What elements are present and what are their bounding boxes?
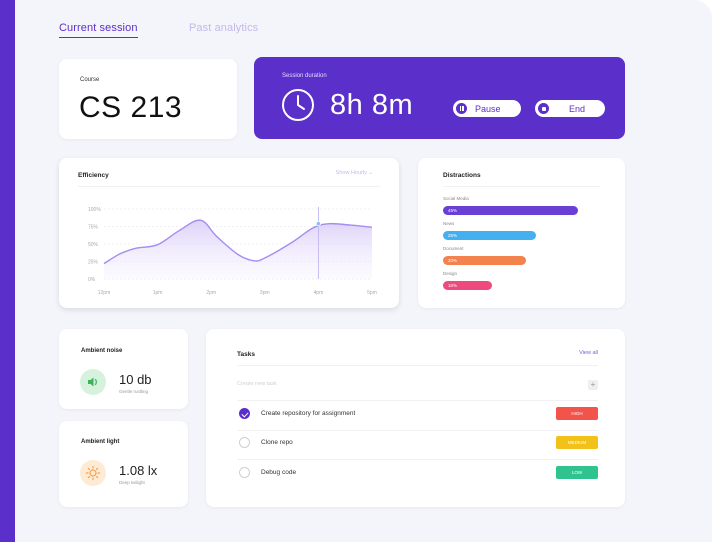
priority-badge: LOW xyxy=(556,466,598,479)
priority-badge: HIGH xyxy=(556,407,598,420)
task-row: Debug code LOW xyxy=(237,463,598,483)
speaker-icon-graphic xyxy=(88,377,97,387)
left-rail xyxy=(0,0,15,542)
distractions-divider xyxy=(443,186,600,187)
tasks-divider xyxy=(237,459,598,460)
distraction-value: 20% xyxy=(448,257,458,263)
x-tick-label: 2pm xyxy=(206,290,216,296)
speaker-icon xyxy=(80,369,106,395)
sun-icon-graphic xyxy=(85,465,101,481)
x-tick-label: 3pm xyxy=(260,290,270,296)
clock-icon xyxy=(282,89,314,121)
task-row: Clone repo MEDIUM xyxy=(237,433,598,453)
ambient-light-sub: Deep twilight xyxy=(119,480,145,485)
distraction-value: 25% xyxy=(448,232,458,238)
stop-icon xyxy=(538,103,549,114)
x-tick-label: 4pm xyxy=(314,290,324,296)
end-button[interactable]: End xyxy=(535,100,605,117)
y-tick-label: 0% xyxy=(88,277,96,283)
tasks-divider xyxy=(237,400,598,401)
tasks-title: Tasks xyxy=(237,351,255,358)
efficiency-chart: 0% 25% 50% 75% 100% 12pm 1pm 2pm 3pm 4pm 5pm xyxy=(88,207,377,296)
tab-current-session[interactable]: Current session xyxy=(59,22,138,38)
distraction-label-document: Document xyxy=(443,246,464,251)
view-all-link[interactable]: View all xyxy=(579,350,598,356)
tab-past-analytics[interactable]: Past analytics xyxy=(189,22,258,34)
distraction-value: 45% xyxy=(448,207,458,213)
task-text: Debug code xyxy=(261,468,297,476)
task-checkbox[interactable] xyxy=(239,437,250,448)
efficiency-area xyxy=(104,220,372,279)
task-row: Create repository for assignment HIGH xyxy=(237,404,598,424)
hover-point[interactable] xyxy=(315,221,321,227)
distractions-card: Distractions Social Media 45% News 25% D… xyxy=(418,158,625,308)
distraction-bar-news: 25% xyxy=(443,231,536,240)
session-card: Session duration 8h 8m Pause End xyxy=(254,57,625,139)
x-tick-label: 1pm xyxy=(153,290,163,296)
tasks-card: Tasks View all Create new task + Create … xyxy=(206,329,625,507)
y-tick-label: 25% xyxy=(88,260,99,266)
session-label: Session duration xyxy=(282,73,327,79)
distraction-label-design: Design xyxy=(443,271,458,276)
sun-icon xyxy=(80,460,106,486)
ambient-noise-value: 10 db xyxy=(119,372,152,387)
tasks-divider xyxy=(237,430,598,431)
y-tick-label: 100% xyxy=(88,207,101,213)
distraction-bar-design: 10% xyxy=(443,281,492,290)
ambient-light-card: Ambient light 1.08 lx Deep twilight xyxy=(59,421,188,507)
distraction-label-social-media: Social Media xyxy=(443,196,469,201)
priority-badge: MEDIUM xyxy=(556,436,598,449)
course-label: Course xyxy=(80,77,100,83)
ambient-noise-sub: Gentle rustling xyxy=(119,389,149,394)
task-text: Create repository for assignment xyxy=(261,409,356,417)
ambient-noise-title: Ambient noise xyxy=(81,348,123,354)
ambient-light-title: Ambient light xyxy=(81,439,120,445)
course-value: CS 213 xyxy=(79,91,183,124)
task-text: Clone repo xyxy=(261,438,293,446)
efficiency-card: Efficiency Show Hourly ⌄ 0% 25% 50% 75% 100%… xyxy=(59,158,399,308)
x-tick-label: 5pm xyxy=(367,290,377,296)
y-tick-label: 50% xyxy=(88,242,99,248)
pause-icon xyxy=(456,103,467,114)
task-checkbox[interactable] xyxy=(239,467,250,478)
distraction-value: 10% xyxy=(448,282,458,288)
x-tick-label: 12pm xyxy=(98,290,111,296)
course-card: Course CS 213 xyxy=(59,59,237,139)
create-task-input[interactable]: Create new task xyxy=(237,381,277,387)
plus-icon[interactable]: + xyxy=(588,380,598,390)
distraction-bar-social-media: 45% xyxy=(443,206,579,215)
tasks-divider xyxy=(237,365,598,366)
distraction-label-news: News xyxy=(443,221,455,226)
distractions-title: Distractions xyxy=(443,172,481,179)
distraction-bar-document: 20% xyxy=(443,256,527,265)
ambient-light-value: 1.08 lx xyxy=(119,463,158,478)
ambient-noise-card: Ambient noise 10 db Gentle rustling xyxy=(59,329,188,409)
pause-button-label: Pause xyxy=(475,103,501,114)
end-button-label: End xyxy=(569,103,586,114)
task-checkbox[interactable] xyxy=(239,408,250,419)
session-duration-value: 8h 8m xyxy=(330,89,414,121)
pause-button[interactable]: Pause xyxy=(453,100,521,117)
y-tick-label: 75% xyxy=(88,225,99,231)
